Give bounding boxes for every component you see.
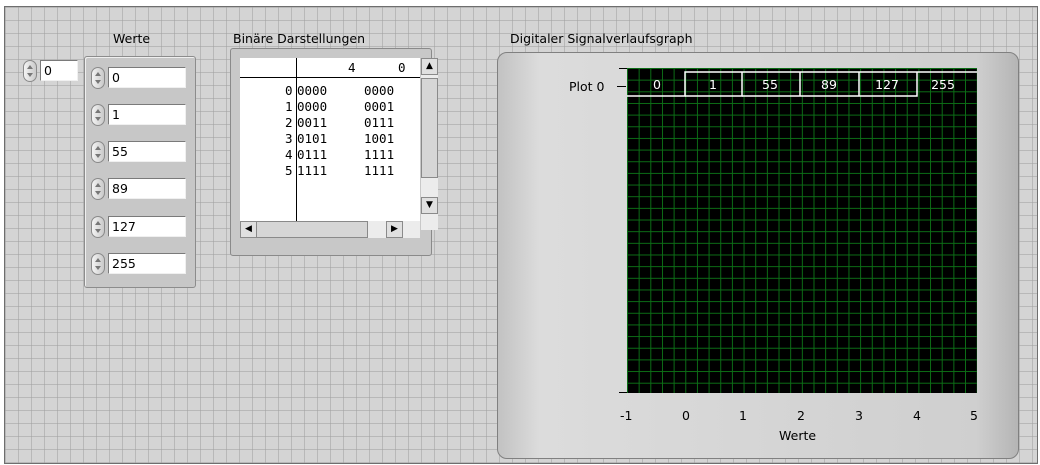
binary-label: Binäre Darstellungen: [233, 31, 366, 46]
table-cell: 1001: [364, 131, 395, 146]
value-3-stepper-icon[interactable]: [91, 178, 105, 200]
x-tick-label: -1: [620, 408, 633, 423]
table-cell: 0000: [297, 99, 328, 114]
graph-label: Digitaler Signalverlaufsgraph: [510, 31, 693, 46]
array-index-field[interactable]: 0: [40, 60, 78, 81]
table-cell: 1111: [297, 163, 328, 178]
werte-label: Werte: [113, 31, 151, 46]
table-row-index: 0: [285, 83, 293, 98]
plot-label: Plot 0: [569, 79, 605, 94]
x-tick-label: 5: [970, 408, 978, 423]
scroll-right-icon[interactable]: ▶: [386, 221, 403, 238]
table-header-divider: [240, 77, 420, 78]
table-cell: 0111: [297, 147, 328, 162]
table-cell: 1111: [364, 147, 395, 162]
value-1-field[interactable]: 1: [108, 104, 186, 125]
bus-value: 255: [931, 77, 955, 92]
x-tick-label: 0: [682, 408, 690, 423]
value-0-stepper-icon[interactable]: [91, 67, 105, 89]
value-5-stepper-icon[interactable]: [91, 253, 105, 275]
value-5-field[interactable]: 255: [108, 253, 186, 274]
table-cell: 0000: [364, 83, 395, 98]
vertical-scroll-thumb[interactable]: [421, 78, 438, 178]
value-4-field[interactable]: 127: [108, 216, 186, 237]
scroll-down-icon[interactable]: ▼: [421, 197, 438, 214]
x-axis-label: Werte: [779, 428, 817, 443]
bus-value: 89: [821, 77, 837, 92]
x-tick-label: 3: [855, 408, 863, 423]
value-4-stepper-icon[interactable]: [91, 216, 105, 238]
table-cell: 0101: [297, 131, 328, 146]
table-row-index: 1: [285, 99, 293, 114]
table-cell: 1111: [364, 163, 395, 178]
bus-value: 0: [653, 77, 661, 92]
table-cell: 0001: [364, 99, 395, 114]
value-2-stepper-icon[interactable]: [91, 141, 105, 163]
x-tick-label: 2: [797, 408, 805, 423]
index-increment-decrement-icon[interactable]: [23, 60, 37, 82]
table-row-index: 5: [285, 163, 293, 178]
bus-value: 55: [762, 77, 778, 92]
horizontal-scroll-thumb[interactable]: [256, 221, 368, 238]
binary-table[interactable]: 4 0 0 0000 0000 1 0000 0001 2 0011 0111 …: [240, 58, 420, 230]
plot-tick-top: [619, 68, 627, 69]
table-header-4: 4: [348, 60, 356, 75]
table-cell: 0011: [297, 115, 328, 130]
x-tick-label: 1: [739, 408, 747, 423]
x-tick-label: 4: [913, 408, 921, 423]
table-header-0: 0: [398, 60, 406, 75]
bus-value: 1: [709, 77, 717, 92]
table-cell: 0111: [364, 115, 395, 130]
value-2-field[interactable]: 55: [108, 141, 186, 162]
scroll-left-icon[interactable]: ◀: [240, 221, 257, 238]
table-row-index: 4: [285, 147, 293, 162]
value-3-field[interactable]: 89: [108, 178, 186, 199]
plot-tick: [617, 86, 626, 87]
bus-signal: [627, 71, 977, 97]
table-row-index: 3: [285, 131, 293, 146]
bus-value: 127: [875, 77, 899, 92]
table-cell: 0000: [297, 83, 328, 98]
table-row-index: 2: [285, 115, 293, 130]
value-0-field[interactable]: 0: [108, 67, 186, 88]
scroll-up-icon[interactable]: ▲: [421, 58, 438, 75]
plot-tick-bottom: [619, 392, 627, 393]
value-1-stepper-icon[interactable]: [91, 104, 105, 126]
